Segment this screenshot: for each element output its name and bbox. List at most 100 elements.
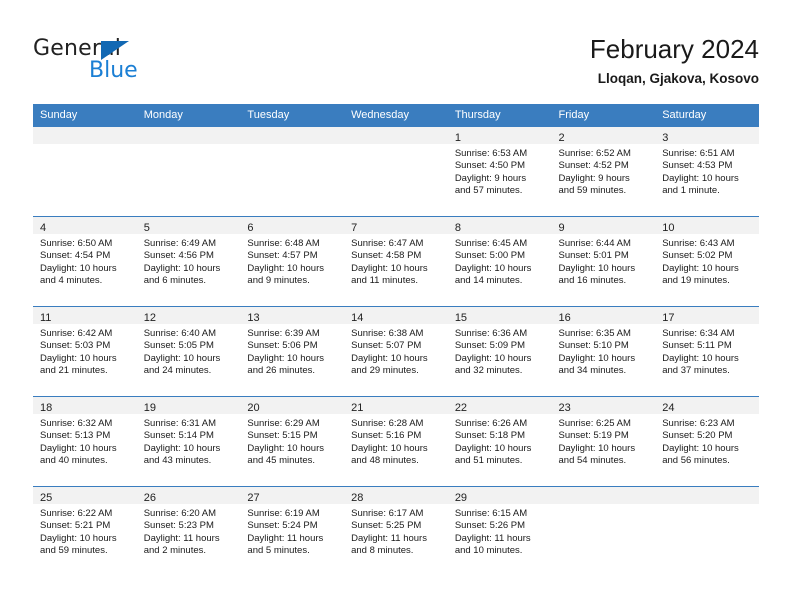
calendar-day-cell[interactable]: 18 Sunrise: 6:32 AM Sunset: 5:13 PM Dayligh… bbox=[33, 396, 137, 487]
day-detail-line: Daylight: 10 hours bbox=[351, 352, 428, 364]
day-detail-line: Sunrise: 6:15 AM bbox=[454, 508, 528, 519]
day-detail-line: Sunset: 4:57 PM bbox=[247, 250, 318, 262]
day-detail-line: Sunset: 5:01 PM bbox=[558, 250, 629, 262]
calendar-day-cell[interactable]: 22 Sunrise: 6:26 AM Sunset: 5:18 PM Dayligh… bbox=[447, 396, 552, 487]
day-detail-line: Daylight: 11 hours bbox=[454, 532, 531, 544]
day-detail-line: Daylight: 11 hours bbox=[351, 532, 427, 544]
calendar-day-cell[interactable]: 16 Sunrise: 6:35 AM Sunset: 5:10 PM Dayligh… bbox=[551, 306, 656, 397]
day-detail-line: and 21 minutes. bbox=[40, 364, 108, 376]
calendar-day-cell[interactable]: 7 Sunrise: 6:47 AM Sunset: 4:58 PM Daylight… bbox=[344, 216, 448, 307]
day-number: 16 bbox=[558, 312, 571, 324]
calendar-day-cell[interactable]: 15 Sunrise: 6:36 AM Sunset: 5:09 PM Dayligh… bbox=[447, 306, 552, 397]
day-details: Sunrise: 6:43 AM Sunset: 5:02 PM Daylight:… bbox=[655, 234, 759, 287]
day-detail-line: Sunrise: 6:38 AM bbox=[351, 328, 424, 339]
calendar-day-cell[interactable]: 6 Sunrise: 6:48 AM Sunset: 4:57 PM Daylight… bbox=[240, 216, 345, 307]
page-subtitle-location: Lloqan, Gjakova, Kosovo bbox=[597, 71, 759, 86]
calendar-day-cell[interactable]: 19 Sunrise: 6:31 AM Sunset: 5:14 PM Dayligh… bbox=[136, 396, 241, 487]
day-detail-line: and 5 minutes. bbox=[247, 544, 310, 556]
calendar-week-row: 11 Sunrise: 6:42 AM Sunset: 5:03 PM Dayligh… bbox=[33, 306, 759, 397]
day-details: Sunrise: 6:35 AM Sunset: 5:10 PM Daylight:… bbox=[552, 324, 656, 377]
day-detail-line: Sunrise: 6:36 AM bbox=[454, 328, 528, 339]
calendar-day-cell[interactable]: 4 Sunrise: 6:50 AM Sunset: 4:54 PM Daylight… bbox=[33, 216, 137, 307]
day-detail-line: Sunset: 5:16 PM bbox=[351, 430, 422, 442]
day-detail-line: Sunrise: 6:44 AM bbox=[558, 238, 631, 249]
day-detail-line: and 29 minutes. bbox=[351, 364, 419, 376]
day-detail-line: Sunrise: 6:52 AM bbox=[558, 148, 631, 159]
calendar-day-cell[interactable]: 27 Sunrise: 6:19 AM Sunset: 5:24 PM Dayligh… bbox=[240, 486, 345, 577]
weekday-header-saturday: Saturday bbox=[655, 104, 759, 127]
calendar-day-cell[interactable]: 12 Sunrise: 6:40 AM Sunset: 5:05 PM Dayligh… bbox=[136, 306, 241, 397]
day-number: 21 bbox=[351, 402, 364, 414]
day-detail-line: Daylight: 10 hours bbox=[247, 262, 324, 274]
general-blue-logo[interactable]: General Blue bbox=[33, 38, 233, 86]
day-detail-line: Sunset: 5:05 PM bbox=[143, 340, 214, 352]
day-detail-line: Sunset: 5:15 PM bbox=[247, 430, 318, 442]
day-number-band: 18 bbox=[33, 397, 137, 414]
calendar-day-cell[interactable]: 1 Sunrise: 6:53 AM Sunset: 4:50 PM Daylight… bbox=[447, 126, 552, 217]
day-detail-line: Sunrise: 6:42 AM bbox=[40, 328, 113, 339]
day-detail-line: Sunset: 5:18 PM bbox=[454, 430, 526, 442]
day-number-band: 13 bbox=[240, 307, 345, 324]
day-number: 29 bbox=[454, 492, 468, 504]
day-number-band: 20 bbox=[240, 397, 345, 414]
calendar-day-cell[interactable]: 17 Sunrise: 6:34 AM Sunset: 5:11 PM Dayligh… bbox=[655, 306, 759, 397]
calendar-day-cell[interactable]: 2 Sunrise: 6:52 AM Sunset: 4:52 PM Daylight… bbox=[551, 126, 656, 217]
calendar-day-cell[interactable]: 20 Sunrise: 6:29 AM Sunset: 5:15 PM Dayligh… bbox=[240, 396, 345, 487]
calendar-empty-cell bbox=[240, 126, 345, 217]
day-detail-line: Sunrise: 6:34 AM bbox=[662, 328, 735, 339]
day-detail-line: and 43 minutes. bbox=[143, 454, 212, 466]
day-number-band bbox=[344, 127, 448, 144]
calendar-day-cell[interactable]: 9 Sunrise: 6:44 AM Sunset: 5:01 PM Daylight… bbox=[551, 216, 656, 307]
day-number: 28 bbox=[351, 492, 364, 504]
calendar-empty-cell bbox=[655, 486, 759, 577]
day-detail-line: Sunrise: 6:28 AM bbox=[351, 418, 424, 429]
day-number: 3 bbox=[662, 132, 669, 144]
day-detail-line: Sunset: 5:10 PM bbox=[558, 340, 629, 352]
calendar-day-cell[interactable]: 21 Sunrise: 6:28 AM Sunset: 5:16 PM Dayligh… bbox=[344, 396, 448, 487]
day-detail-line: and 24 minutes. bbox=[143, 364, 212, 376]
calendar-day-cell[interactable]: 8 Sunrise: 6:45 AM Sunset: 5:00 PM Daylight… bbox=[447, 216, 552, 307]
calendar-day-cell[interactable]: 28 Sunrise: 6:17 AM Sunset: 5:25 PM Dayligh… bbox=[344, 486, 448, 577]
day-details: Sunrise: 6:22 AM Sunset: 5:21 PM Daylight:… bbox=[33, 504, 137, 557]
day-number-band: 2 bbox=[551, 127, 656, 144]
calendar-day-cell[interactable]: 24 Sunrise: 6:23 AM Sunset: 5:20 PM Dayligh… bbox=[655, 396, 759, 487]
day-number: 6 bbox=[247, 222, 254, 234]
page-title: February 2024 bbox=[589, 34, 759, 64]
day-detail-line: and 10 minutes. bbox=[454, 544, 523, 556]
day-detail-line: and 26 minutes. bbox=[247, 364, 316, 376]
calendar-day-cell[interactable]: 23 Sunrise: 6:25 AM Sunset: 5:19 PM Dayligh… bbox=[551, 396, 656, 487]
day-details: Sunrise: 6:48 AM Sunset: 4:57 PM Daylight:… bbox=[240, 234, 344, 287]
day-details: Sunrise: 6:31 AM Sunset: 5:14 PM Daylight:… bbox=[137, 414, 241, 467]
day-detail-line: Sunset: 5:14 PM bbox=[143, 430, 214, 442]
calendar-day-cell[interactable]: 5 Sunrise: 6:49 AM Sunset: 4:56 PM Daylight… bbox=[136, 216, 241, 307]
day-detail-line: Sunset: 4:54 PM bbox=[40, 250, 111, 262]
day-number: 9 bbox=[558, 222, 565, 234]
day-detail-line: Daylight: 10 hours bbox=[454, 352, 532, 364]
day-details: Sunrise: 6:26 AM Sunset: 5:18 PM Daylight:… bbox=[448, 414, 552, 467]
day-number-band: 28 bbox=[344, 487, 448, 504]
day-number: 22 bbox=[454, 402, 468, 414]
calendar-day-cell[interactable]: 11 Sunrise: 6:42 AM Sunset: 5:03 PM Dayligh… bbox=[33, 306, 137, 397]
day-detail-line: Daylight: 10 hours bbox=[247, 442, 324, 454]
weekday-header-friday: Friday bbox=[551, 104, 656, 127]
day-detail-line: and 37 minutes. bbox=[662, 364, 730, 376]
day-number-band: 6 bbox=[240, 217, 345, 234]
day-detail-line: Sunset: 5:03 PM bbox=[40, 340, 111, 352]
calendar-day-cell[interactable]: 29 Sunrise: 6:15 AM Sunset: 5:26 PM Dayligh… bbox=[447, 486, 552, 577]
calendar-day-cell[interactable]: 3 Sunrise: 6:51 AM Sunset: 4:53 PM Daylight… bbox=[655, 126, 759, 217]
calendar-empty-cell bbox=[551, 486, 656, 577]
day-number-band bbox=[240, 127, 345, 144]
day-detail-line: and 2 minutes. bbox=[143, 544, 207, 556]
day-details: Sunrise: 6:29 AM Sunset: 5:15 PM Daylight:… bbox=[240, 414, 344, 467]
day-detail-line: Sunset: 5:19 PM bbox=[558, 430, 629, 442]
calendar-day-cell[interactable]: 13 Sunrise: 6:39 AM Sunset: 5:06 PM Dayligh… bbox=[240, 306, 345, 397]
day-details bbox=[33, 144, 137, 148]
calendar-day-cell[interactable]: 14 Sunrise: 6:38 AM Sunset: 5:07 PM Dayligh… bbox=[344, 306, 448, 397]
calendar-day-cell[interactable]: 25 Sunrise: 6:22 AM Sunset: 5:21 PM Dayligh… bbox=[33, 486, 137, 577]
day-detail-line: Sunrise: 6:39 AM bbox=[247, 328, 320, 339]
day-detail-line: and 59 minutes. bbox=[558, 184, 627, 196]
calendar-day-cell[interactable]: 26 Sunrise: 6:20 AM Sunset: 5:23 PM Dayligh… bbox=[136, 486, 241, 577]
day-number: 12 bbox=[143, 312, 156, 324]
calendar-day-cell[interactable]: 10 Sunrise: 6:43 AM Sunset: 5:02 PM Dayligh… bbox=[655, 216, 759, 307]
day-detail-line: Daylight: 10 hours bbox=[662, 352, 739, 364]
